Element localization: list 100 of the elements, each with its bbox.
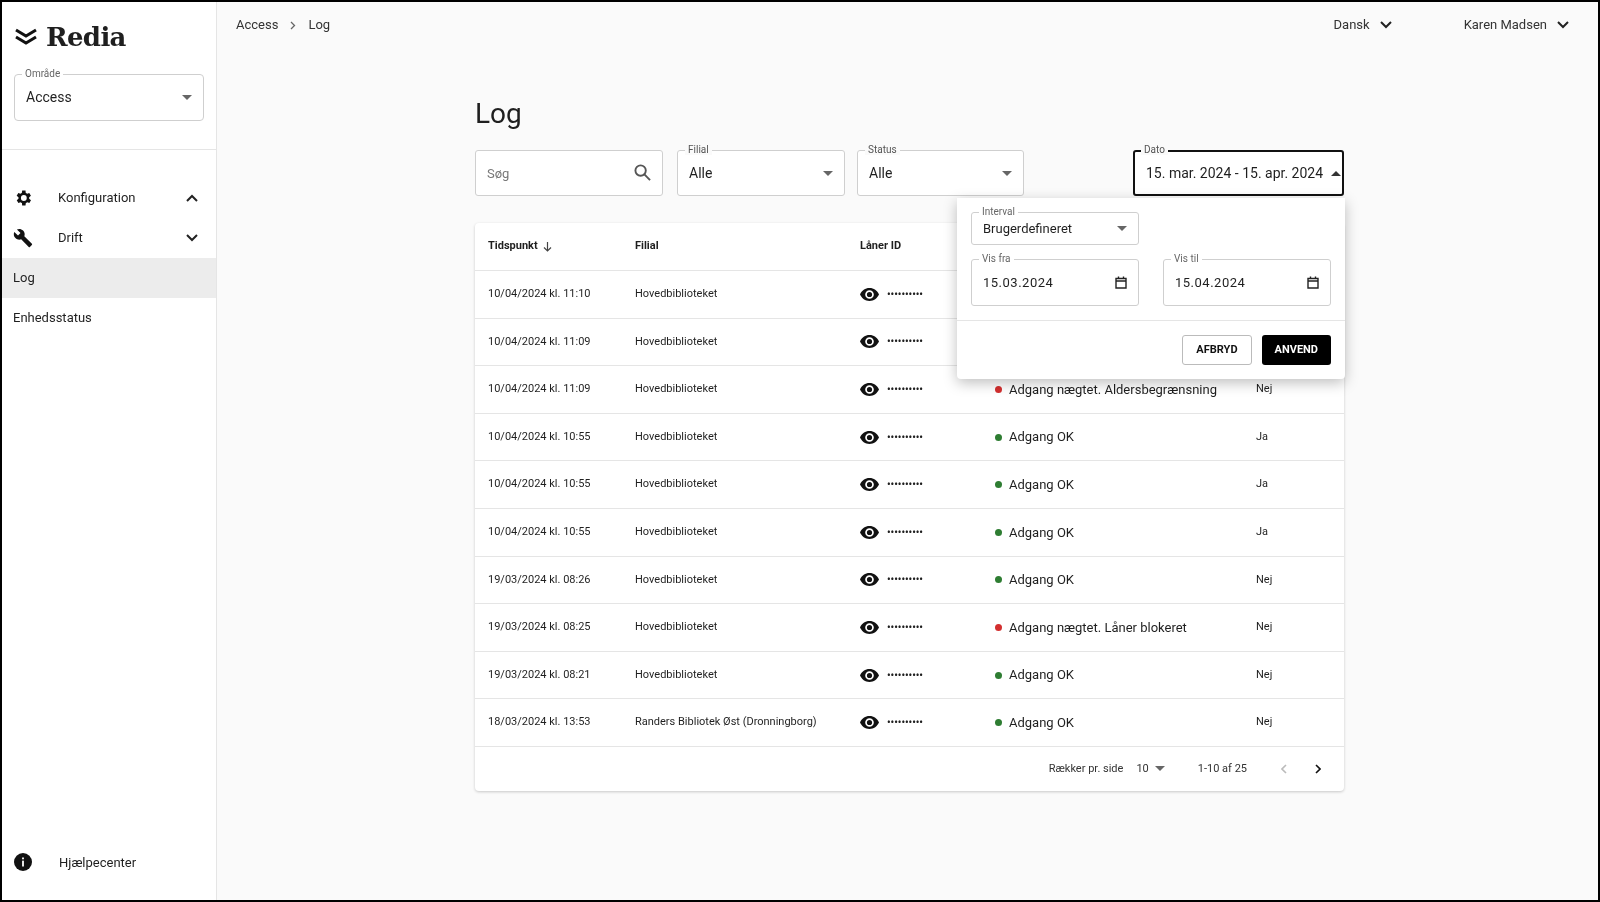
field-label: Vis til [1171,254,1202,264]
table-cell: 10/04/2024 kl. 11:09 [488,382,591,396]
table-cell: Hovedbiblioteket [635,572,718,586]
table-cell: 10/04/2024 kl. 10:55 [488,429,591,443]
table-cell: 19/03/2024 kl. 08:26 [488,572,591,586]
table-cell: 10/04/2024 kl. 11:10 [488,287,591,301]
table-cell: Nej [1256,572,1273,586]
status-text: Adgang nægtet. Låner blokeret [1009,618,1187,637]
eye-icon[interactable] [860,335,879,349]
table-cell: Ja [1256,429,1269,443]
eye-icon[interactable] [860,620,879,634]
status-text: Adgang OK [1009,571,1074,590]
field-label: Interval [979,207,1018,217]
page-title: Log [475,100,523,128]
eye-icon[interactable] [860,430,879,444]
table-cell: Hovedbiblioteket [635,334,718,348]
rows-per-page-label: Rækker pr. side [1048,760,1124,777]
calendar-icon[interactable] [1115,276,1127,289]
page-range: 1-10 af 25 [1197,760,1247,777]
table-cell: Hovedbiblioteket [635,429,718,443]
table-cell: 19/03/2024 kl. 08:21 [488,667,591,681]
breadcrumb-link[interactable]: Access [236,15,279,35]
eye-icon[interactable] [860,525,879,539]
rows-per-page-select[interactable]: 10 [1136,760,1165,778]
field-label: Status [865,145,900,155]
table-cell: Hovedbiblioteket [635,667,718,681]
status-text: Adgang OK [1009,666,1074,685]
table-cell: Ja [1256,525,1269,538]
chevron-right-icon [1315,763,1321,774]
eye-icon[interactable] [860,573,879,587]
field-label: Filial [685,145,712,155]
chevron-down-icon [1379,21,1392,29]
dropdown-arrow-icon [1331,170,1342,176]
search-field[interactable]: Søg [475,150,663,196]
apply-button[interactable]: ANVEND [1261,335,1331,365]
wrench-icon [13,228,33,248]
eye-icon[interactable] [860,287,879,301]
help-center-link[interactable]: Hjælpecenter [59,852,137,872]
nav-group[interactable]: Drift [2,218,216,258]
table-cell: 18/03/2024 kl. 13:53 [488,715,591,729]
dropdown-arrow-icon [823,170,833,176]
masked-id: •••••••••• [887,716,923,731]
dropdown-arrow-icon [1154,766,1165,772]
cancel-button[interactable]: AFBRYD [1182,335,1252,365]
info-icon [14,853,32,872]
column-header[interactable]: Filial [635,238,659,255]
chevron-up-icon [186,194,198,202]
search-icon [634,164,651,181]
nav-group[interactable]: Konfiguration [2,178,216,218]
masked-id: •••••••••• [887,668,923,683]
table-cell: Hovedbiblioteket [635,287,718,301]
logo-icon [14,28,38,46]
nav-item[interactable]: Enhedsstatus [2,298,216,338]
column-header[interactable]: Låner ID [860,238,902,255]
table-cell: 10/04/2024 kl. 10:55 [488,477,591,491]
user-menu[interactable]: Karen Madsen [1463,15,1569,35]
status-text: Adgang OK [1009,713,1074,732]
chevron-left-icon [1281,763,1287,774]
table-cell: Nej [1256,382,1273,396]
calendar-icon[interactable] [1307,276,1319,289]
dropdown-arrow-icon [1002,170,1012,176]
eye-icon[interactable] [860,478,879,492]
masked-id: •••••••••• [887,430,923,445]
field-label: Dato [1141,145,1168,155]
column-header[interactable]: Tidspunkt [488,238,538,255]
chevron-down-icon [1557,21,1569,29]
table-cell: Nej [1256,620,1273,634]
table-cell: Randers Bibliotek Øst (Dronningborg) [635,715,817,729]
table-cell: Hovedbiblioteket [635,477,718,491]
eye-icon[interactable] [860,668,879,682]
table-cell: 10/04/2024 kl. 11:09 [488,334,591,348]
dropdown-arrow-icon [182,95,192,100]
table-cell: Ja [1256,477,1269,491]
eye-icon[interactable] [860,716,879,730]
table-cell: Nej [1256,667,1273,681]
masked-id: •••••••••• [887,287,923,302]
table-cell: 10/04/2024 kl. 10:55 [488,525,591,538]
status-text: Adgang OK [1009,475,1074,494]
masked-id: •••••••••• [887,478,923,493]
table-cell: 19/03/2024 kl. 08:25 [488,620,591,634]
table-cell: Hovedbiblioteket [635,620,718,634]
chevron-down-icon [186,234,198,242]
chevron-right-icon [290,20,297,30]
status-text: Adgang OK [1009,523,1074,542]
masked-id: •••••••••• [887,620,923,635]
table-cell: Hovedbiblioteket [635,525,718,538]
table-cell: Nej [1256,715,1273,729]
status-text: Adgang OK [1009,428,1074,447]
masked-id: •••••••••• [887,335,923,350]
table-cell: Hovedbiblioteket [635,382,718,396]
eye-icon[interactable] [860,383,879,396]
logo-text: Redia [46,24,126,50]
status-text: Adgang nægtet. Aldersbegrænsning [1009,380,1217,399]
breadcrumb-link[interactable]: Log [308,15,331,35]
field-label: Vis fra [979,254,1014,264]
nav-item[interactable]: Log [2,258,216,298]
language-menu[interactable]: Dansk [1333,15,1392,35]
masked-id: •••••••••• [887,525,923,540]
masked-id: •••••••••• [887,383,923,397]
masked-id: •••••••••• [887,573,923,588]
